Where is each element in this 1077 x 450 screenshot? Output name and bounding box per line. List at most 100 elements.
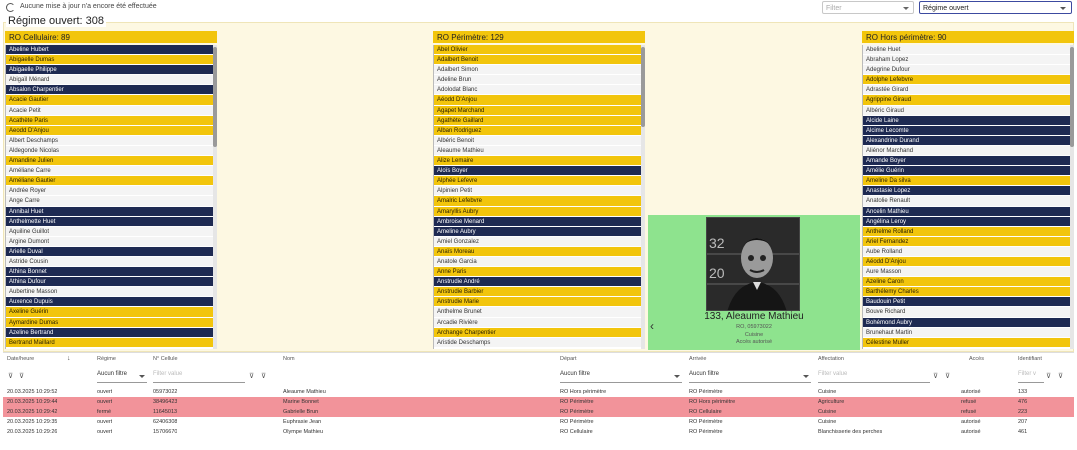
list-item[interactable]: Abraham Lopez [863, 55, 1070, 66]
list-item[interactable]: Athina Bonnet [6, 267, 213, 278]
list-item[interactable]: Ange Carre [6, 196, 213, 207]
list-item[interactable]: Agrippine Giraud [863, 95, 1070, 106]
list-item[interactable]: Aéodd D'Anjou [434, 95, 641, 106]
list-item[interactable]: Agapet Marchand [434, 105, 641, 116]
list-item[interactable]: Bertrand Maillard [6, 337, 213, 348]
list-item[interactable]: Athina Dufour [6, 277, 213, 288]
list-item[interactable]: Ameline Aubry [434, 226, 641, 237]
list-item[interactable]: Albéric Giraud [863, 105, 1070, 116]
list-item[interactable]: Aubertine Masson [6, 287, 213, 298]
table-row[interactable]: 20.03.2025 10:29:35 ouvert 62406308 Euphras… [3, 417, 1074, 427]
list-item[interactable]: Ambroise Menard [434, 216, 641, 227]
list-item[interactable]: Bouve Richard [863, 307, 1070, 318]
filter-icon[interactable]: ⊽ [8, 372, 13, 380]
header-regime[interactable]: Régime [97, 356, 116, 362]
filter-identifiant[interactable]: Filter v [1018, 371, 1044, 383]
list-item[interactable]: Abigaïl Ménard [6, 75, 213, 86]
list-item[interactable]: Baudouin Petit [863, 297, 1070, 308]
list-item[interactable]: Anstrudie Barbier [434, 287, 641, 298]
header-nom[interactable]: Nom [283, 356, 295, 362]
list-item[interactable]: Aquiline Guillot [6, 226, 213, 237]
table-row[interactable]: 20.03.2025 10:29:44 ouvert 38496423 Marine … [3, 397, 1074, 407]
list-item[interactable]: Absalon Charpentier [6, 85, 213, 96]
list-item[interactable]: Anstrudie André [434, 277, 641, 288]
list-item[interactable]: Alpinien Petit [434, 186, 641, 197]
list-item[interactable]: Aleaume Mathieu [434, 145, 641, 157]
list-item[interactable]: Abel Olivier [434, 45, 641, 56]
list-item[interactable]: Abeline Hubert [6, 45, 213, 56]
list-item[interactable]: Azeline Bertrand [6, 327, 213, 338]
list-item[interactable]: Auxence Dupuis [6, 297, 213, 308]
header-depart[interactable]: Départ [560, 356, 577, 362]
list-hors-perimetre[interactable]: Abeline Huet Abraham Lopez Adegrine Dufour… [862, 45, 1070, 349]
list-item[interactable]: Améliane Gautier [6, 176, 213, 187]
list-item[interactable]: Alize Lemaire [434, 156, 641, 167]
list-item[interactable]: Andrée Royer [6, 186, 213, 197]
header-date[interactable]: Date/heure [7, 356, 34, 362]
list-item[interactable]: Adolphe Lefebvre [863, 75, 1070, 86]
list-item[interactable]: Abeline Huet [863, 45, 1070, 56]
clear-filter-icon[interactable]: ⊽ [19, 372, 24, 380]
list-item[interactable]: Bohémond Aubry [863, 317, 1070, 328]
list-item[interactable]: Albert Deschamps [6, 135, 213, 146]
filter-regime[interactable]: Aucun filtre [97, 371, 147, 383]
list-item[interactable]: Astride Cousin [6, 256, 213, 268]
list-cellulaire[interactable]: Abeline Hubert Abigaelle Dumas Abigaelle P… [5, 45, 213, 349]
list-item[interactable]: Argine Dumont [6, 236, 213, 247]
list-item[interactable]: Aristide Deschamps [434, 337, 641, 348]
filter-cellule[interactable]: Filter value [153, 371, 245, 383]
list-item[interactable]: Annibal Huet [6, 206, 213, 217]
clear-filter-icon[interactable]: ⊽ [1058, 372, 1063, 380]
list-item[interactable]: Ancelin Mathieu [863, 206, 1070, 217]
list-item[interactable]: Adalbert Simon [434, 65, 641, 76]
list-item[interactable]: Ariel Fernandez [863, 236, 1070, 247]
scrollbar-cellulaire[interactable] [213, 45, 217, 349]
header-affectation[interactable]: Affectation [818, 356, 844, 362]
list-item[interactable]: Aube Rolland [863, 246, 1070, 257]
filter-icon[interactable]: ⊽ [249, 372, 254, 380]
clear-filter-icon[interactable]: ⊽ [261, 372, 266, 380]
sort-arrow-icon[interactable]: ↓ [67, 355, 71, 362]
list-item[interactable]: Améliane Carre [6, 166, 213, 177]
list-item[interactable]: Adalbert Benoit [434, 55, 641, 66]
list-item[interactable]: Azeline Caron [863, 277, 1070, 288]
table-row[interactable]: 20.03.2025 10:29:52 ouvert 05973022 Aleaume… [3, 387, 1074, 397]
list-item[interactable]: Aure Masson [863, 267, 1070, 278]
refresh-icon[interactable] [6, 3, 15, 12]
list-item[interactable]: Adolodat Blanc [434, 85, 641, 96]
list-item[interactable]: Anthelme Rolland [863, 226, 1070, 237]
regime-select[interactable]: Régime ouvert [919, 1, 1072, 14]
list-perimetre[interactable]: Abel Olivier Adalbert Benoit Adalbert Simo… [433, 45, 641, 349]
list-item[interactable]: Anthelmette Huet [6, 216, 213, 227]
list-item[interactable]: Abigaelle Philippe [6, 65, 213, 76]
list-item[interactable]: Adeline Brun [434, 75, 641, 86]
filter-arrivee[interactable]: Aucun filtre [689, 371, 811, 383]
table-row[interactable]: 20.03.2025 10:29:26 ouvert 15706670 Olympe … [3, 427, 1074, 437]
list-item[interactable]: Albéric Benoit [434, 135, 641, 146]
list-item[interactable]: Alphée Lefevre [434, 176, 641, 187]
list-item[interactable]: Acacie Gautier [6, 95, 213, 106]
filter-icon[interactable]: ⊽ [933, 372, 938, 380]
list-item[interactable]: Brunehaut Martin [863, 327, 1070, 338]
header-acces[interactable]: Accès [969, 356, 984, 362]
list-item[interactable]: Aeodd D'Anjou [6, 125, 213, 136]
table-row[interactable]: 20.03.2025 10:29:42 fermé 11645013 Gabriell… [3, 407, 1074, 417]
list-item[interactable]: Anthelme Brunet [434, 307, 641, 318]
list-item[interactable]: Anne Paris [434, 267, 641, 278]
list-item[interactable]: Abigaelle Dumas [6, 55, 213, 66]
list-item[interactable]: Axeline Guérin [6, 307, 213, 318]
list-item[interactable]: Anaïs Moreau [434, 246, 641, 257]
scrollbar-hors-perimetre[interactable] [1070, 45, 1074, 349]
list-item[interactable]: Célestine Muller [863, 337, 1070, 348]
list-item[interactable]: Acacie Petit [6, 105, 213, 116]
list-item[interactable]: Acathète Paris [6, 115, 213, 126]
filter-depart[interactable]: Aucun filtre [560, 371, 682, 383]
list-item[interactable]: Aymardine Dumas [6, 317, 213, 328]
header-arrivee[interactable]: Arrivée [689, 356, 706, 362]
list-item[interactable]: Adegrine Dufour [863, 65, 1070, 76]
list-item[interactable]: Alexandrine Durand [863, 135, 1070, 146]
list-item[interactable]: Alcime Lecomte [863, 125, 1070, 136]
list-item[interactable]: Amandine Julien [6, 156, 213, 167]
list-item[interactable]: Barthélemy Charles [863, 287, 1070, 298]
header-cellule[interactable]: N° Cellule [153, 356, 178, 362]
